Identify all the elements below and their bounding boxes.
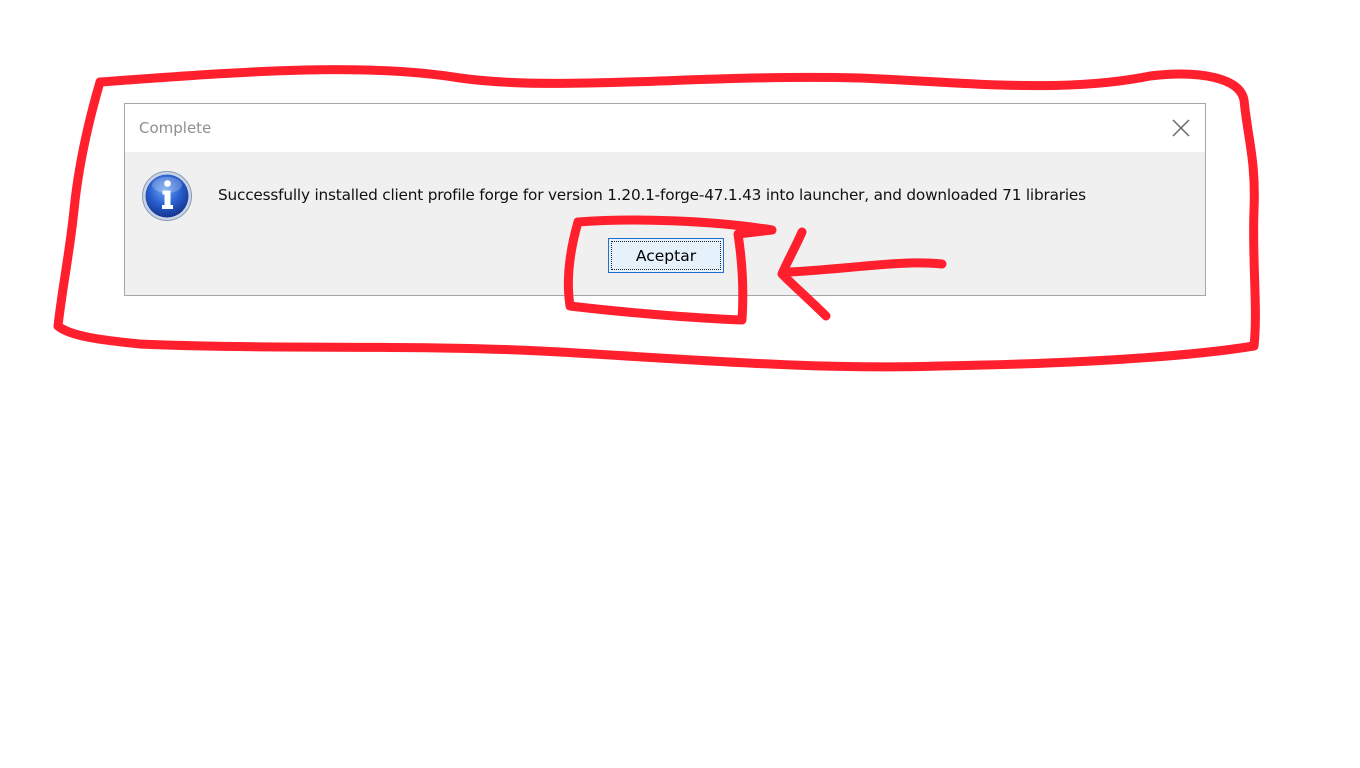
dialog-title: Complete: [139, 119, 212, 137]
screen: Complete Successfully installed client p…: [0, 0, 1360, 768]
dialog-titlebar: Complete: [125, 104, 1205, 152]
accept-button[interactable]: Aceptar: [608, 238, 724, 273]
close-button[interactable]: [1161, 110, 1201, 146]
info-icon: [142, 171, 192, 221]
accept-button-label: Aceptar: [635, 246, 697, 265]
message-dialog: Complete Successfully installed client p…: [124, 103, 1206, 296]
close-icon: [1172, 119, 1190, 137]
dialog-message: Successfully installed client profile fo…: [218, 186, 1086, 204]
